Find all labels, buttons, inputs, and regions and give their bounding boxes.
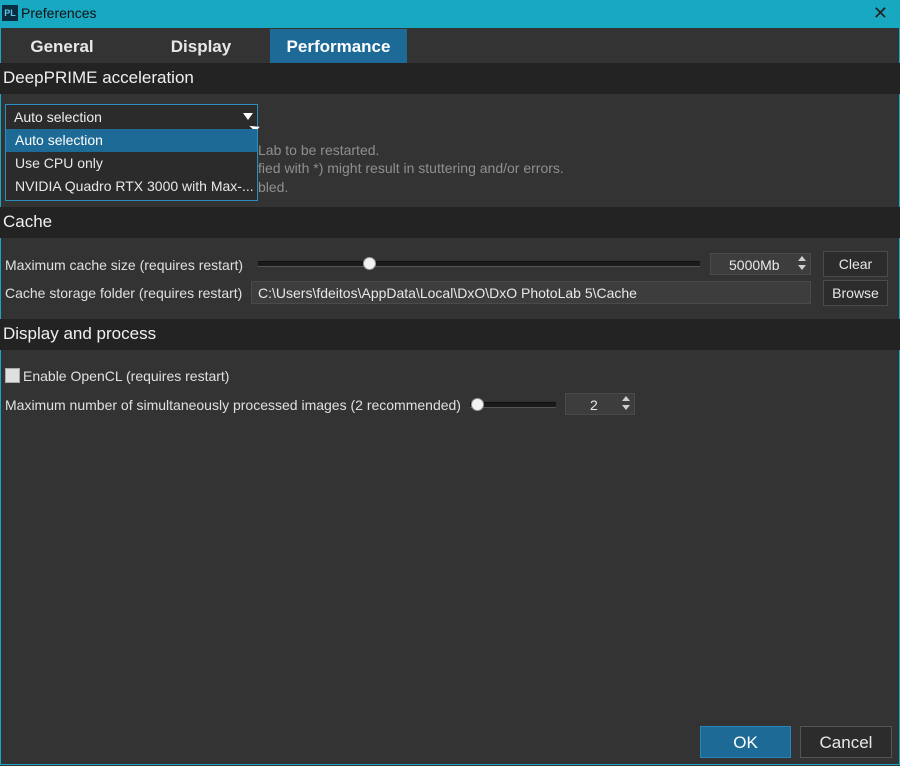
chevron-down-icon[interactable] [243,113,253,120]
title-bar: PL Preferences ✕ [0,0,900,28]
section-header-deepprime: DeepPRIME acceleration [0,63,900,94]
opencl-checkbox[interactable] [5,368,20,383]
opencl-label[interactable]: Enable OpenCL (requires restart) [23,368,229,384]
max-images-label: Maximum number of simultaneously process… [5,397,461,413]
tab-display[interactable]: Display [133,29,269,63]
close-icon[interactable]: ✕ [873,3,888,24]
dropdown-option-nvidia[interactable]: NVIDIA Quadro RTX 3000 with Max-... [6,175,257,198]
max-images-value: 2 [590,397,598,413]
info-text-line-1: Lab to be restarted. [258,142,380,158]
section-header-display-process: Display and process [0,319,900,350]
info-text-line-2: fied with *) might result in stuttering … [258,160,564,176]
cache-folder-field[interactable]: C:\Users\fdeitos\AppData\Local\DxO\DxO P… [251,281,811,304]
info-text-line-3: bled. [258,179,289,195]
tab-general[interactable]: General [0,29,124,63]
dropdown-field[interactable]: Auto selection ➤ [6,105,263,138]
cache-folder-path: C:\Users\fdeitos\AppData\Local\DxO\DxO P… [258,285,637,301]
browse-button[interactable]: Browse [823,280,888,306]
photolab-app-icon: PL [2,5,18,21]
cache-size-slider-track[interactable] [258,261,700,267]
cancel-button[interactable]: Cancel [800,726,892,758]
clear-cache-button[interactable]: Clear [823,251,888,277]
dropdown-selected-value: Auto selection [14,109,102,125]
dropdown-option-cpu[interactable]: Use CPU only [6,152,257,175]
cache-folder-label: Cache storage folder (requires restart) [5,285,243,301]
tab-bar: General Display Performance [0,29,900,63]
deepprime-device-dropdown[interactable]: Auto selection ➤ Auto selection Use CPU … [5,104,263,201]
section-title: DeepPRIME acceleration [3,68,194,87]
spin-arrows-icon[interactable] [798,256,806,272]
cache-size-value: 5000Mb [729,257,780,273]
cache-size-slider-thumb[interactable] [362,257,376,270]
dropdown-option-auto[interactable]: Auto selection [6,129,257,152]
spin-arrows-icon[interactable] [622,396,630,412]
section-header-cache: Cache [0,207,900,238]
cache-size-spinbox[interactable]: 5000Mb [710,253,811,275]
cache-size-label: Maximum cache size (requires restart) [5,257,244,273]
section-title: Cache [3,212,53,231]
section-title: Display and process [3,324,157,343]
window-title: Preferences [21,5,97,21]
max-images-spinbox[interactable]: 2 [565,393,635,415]
tab-performance[interactable]: Performance [270,29,407,63]
max-images-slider-thumb[interactable] [471,398,484,411]
ok-button[interactable]: OK [700,726,791,758]
